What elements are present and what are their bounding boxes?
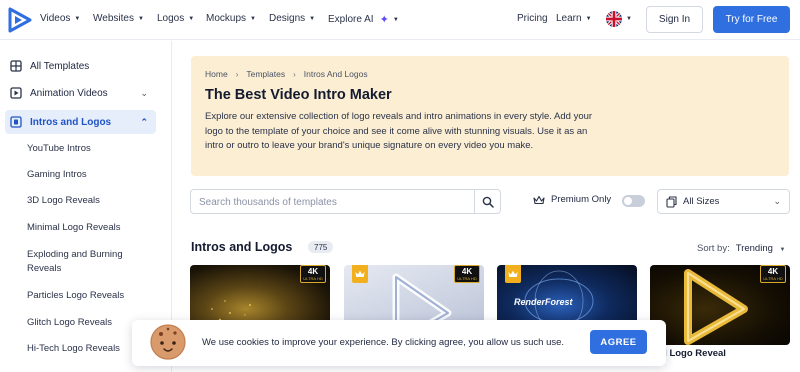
badge-ultra-hd-label: ULTRA HD <box>303 276 323 281</box>
cookie-consent-bar: We use cookies to improve your experienc… <box>132 320 666 366</box>
logo-badge-icon <box>9 115 23 129</box>
page-description: Explore our extensive collection of logo… <box>205 111 593 151</box>
nav-logos[interactable]: Logos ▼ <box>157 13 194 24</box>
sidebar-item-animation-videos[interactable]: Animation Videos ⌄ <box>5 81 156 105</box>
grid-icon <box>9 59 23 73</box>
badge-4k-label: 4K <box>461 267 473 276</box>
chevron-down-icon: ⌄ <box>773 196 781 206</box>
nav-logos-label: Logos <box>157 13 185 24</box>
top-navigation: Videos ▼ Websites ▼ Logos ▼ Mockups ▼ De… <box>0 0 800 40</box>
premium-only-filter[interactable]: Premium Only <box>533 194 611 205</box>
renderforest-logo-icon[interactable] <box>7 7 33 33</box>
agree-button[interactable]: AGREE <box>590 330 647 354</box>
nav-pricing-label: Pricing <box>517 13 548 24</box>
sizes-icon <box>666 195 677 208</box>
sparkle-icon: ✦ <box>379 14 389 26</box>
caret-down-icon: ▼ <box>779 247 786 253</box>
sidebar-subitem-gaming-intros[interactable]: Gaming Intros <box>27 168 157 182</box>
caret-down-icon: ▼ <box>392 16 399 23</box>
search-box <box>190 189 501 214</box>
badge-ultra-hd-label: ULTRA HD <box>457 276 477 281</box>
sidebar-item-label: Intros and Logos <box>30 116 112 128</box>
sidebar-item-intros-and-logos[interactable]: Intros and Logos ⌃ <box>5 110 156 134</box>
sidebar-subitem-3d-logo-reveals[interactable]: 3D Logo Reveals <box>27 194 157 208</box>
caret-down-icon: ▼ <box>309 15 316 22</box>
sort-by-label: Sort by: <box>697 243 730 254</box>
breadcrumb-home[interactable]: Home <box>205 69 228 79</box>
sidebar-subitem-minimal-logo-reveals[interactable]: Minimal Logo Reveals <box>27 221 157 235</box>
sidebar-item-label: Animation Videos <box>30 87 108 99</box>
thumbnail-caption: RenderForest <box>514 297 574 307</box>
uk-flag-icon[interactable] <box>606 11 622 27</box>
4k-badge: 4K ULTRA HD <box>300 265 326 283</box>
sidebar-item-all-templates[interactable]: All Templates <box>5 54 156 78</box>
breadcrumb: Home › Templates › Intros And Logos <box>205 69 368 79</box>
caret-down-icon: ▼ <box>188 15 195 22</box>
template-card[interactable]: 4K ULTRA HD <box>650 265 790 345</box>
nav-websites[interactable]: Websites ▼ <box>93 13 144 24</box>
nav-explore-ai-label: Explore AI <box>328 14 374 25</box>
crown-icon <box>533 195 545 204</box>
badge-ultra-hd-label: ULTRA HD <box>763 276 783 281</box>
search-input[interactable] <box>199 194 469 210</box>
sidebar-item-label: All Templates <box>30 60 90 72</box>
chevron-down-icon: ⌄ <box>140 87 148 98</box>
try-for-free-button[interactable]: Try for Free <box>713 6 790 33</box>
hero-banner: Home › Templates › Intros And Logos The … <box>191 56 789 176</box>
premium-crown-icon <box>352 265 368 283</box>
sizes-dropdown[interactable]: All Sizes ⌄ <box>657 189 790 214</box>
sort-by-value: Trending <box>735 243 773 254</box>
caret-down-icon: ▼ <box>250 15 256 22</box>
caret-down-icon: ▼ <box>137 15 144 22</box>
breadcrumb-current: Intros And Logos <box>303 69 368 79</box>
chevron-up-icon: ⌃ <box>140 116 148 127</box>
template-card-title[interactable]: d Logo Reveal <box>661 348 726 359</box>
nav-learn[interactable]: Learn ▼ <box>556 13 592 24</box>
4k-badge: 4K ULTRA HD <box>760 265 786 283</box>
nav-designs[interactable]: Designs ▼ <box>269 13 315 24</box>
language-caret-icon[interactable]: ▼ <box>626 16 632 22</box>
sidebar-subitem-exploding-burning-reveals[interactable]: Exploding and Burning Reveals <box>27 248 137 276</box>
sizes-dropdown-value: All Sizes <box>683 196 720 207</box>
nav-pricing[interactable]: Pricing <box>517 13 548 24</box>
nav-videos[interactable]: Videos ▼ <box>40 13 80 24</box>
4k-badge: 4K ULTRA HD <box>454 265 480 283</box>
chevron-right-icon: › <box>235 69 239 79</box>
nav-explore-ai[interactable]: Explore AI ✦ ▼ <box>328 13 399 26</box>
search-icon <box>482 196 494 208</box>
nav-learn-label: Learn <box>556 13 582 24</box>
nav-videos-label: Videos <box>40 13 71 24</box>
breadcrumb-templates[interactable]: Templates <box>246 69 285 79</box>
nav-mockups-label: Mockups <box>206 13 247 24</box>
badge-4k-label: 4K <box>307 267 319 276</box>
search-button[interactable] <box>474 190 500 213</box>
nav-websites-label: Websites <box>93 13 134 24</box>
cookie-mascot-icon <box>150 324 186 360</box>
sign-in-button[interactable]: Sign In <box>646 6 703 33</box>
premium-only-label: Premium Only <box>551 194 612 205</box>
premium-only-toggle[interactable] <box>622 195 645 207</box>
sidebar-subitem-youtube-intros[interactable]: YouTube Intros <box>27 142 157 156</box>
caret-down-icon: ▼ <box>585 15 592 22</box>
nav-designs-label: Designs <box>269 13 306 24</box>
badge-4k-label: 4K <box>767 267 779 276</box>
sidebar-subitem-particles-logo-reveals[interactable]: Particles Logo Reveals <box>27 289 157 303</box>
section-title: Intros and Logos <box>191 240 293 254</box>
video-play-icon <box>9 86 23 100</box>
template-count-badge: 775 <box>308 241 334 253</box>
premium-crown-icon <box>505 265 521 283</box>
nav-mockups[interactable]: Mockups ▼ <box>206 13 256 24</box>
page-title: The Best Video Intro Maker <box>205 87 392 103</box>
sort-by-dropdown[interactable]: Sort by: Trending ▼ <box>697 243 786 254</box>
chevron-right-icon: › <box>293 69 296 79</box>
caret-down-icon: ▼ <box>74 15 81 22</box>
cookie-message: We use cookies to improve your experienc… <box>202 337 565 348</box>
